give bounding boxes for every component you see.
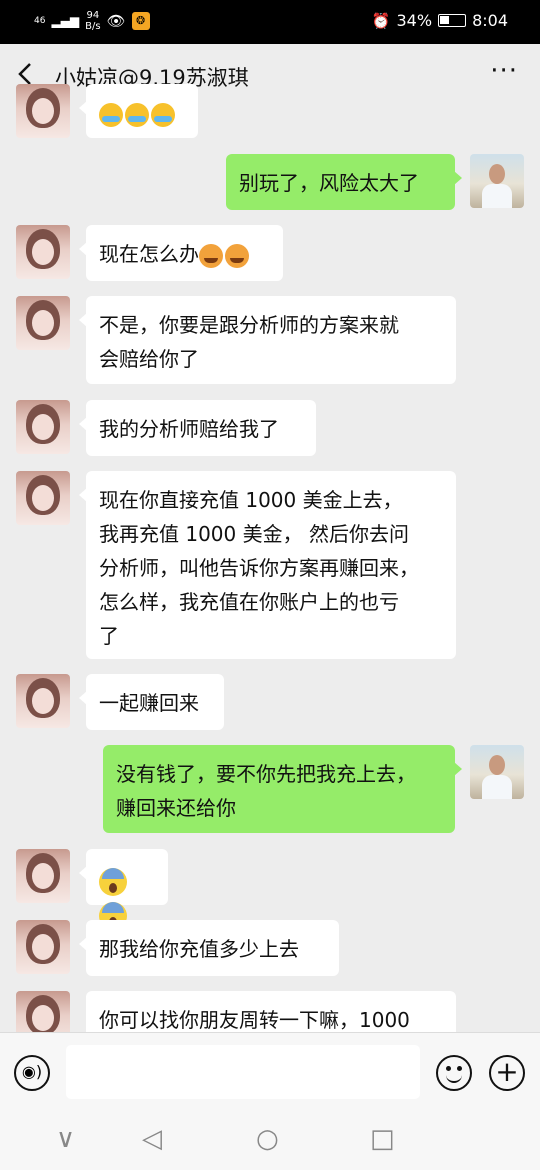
message-line: 没有钱了，要不你先把我充上去， xyxy=(116,762,416,786)
system-nav-bar: ∨ ◁ ○ □ xyxy=(0,1112,540,1170)
input-bar: ◉) + xyxy=(0,1032,540,1112)
message-line: 现在你直接充值 1000 美金上去， xyxy=(99,488,403,512)
signal-icon: ▂▄▆ xyxy=(51,14,80,28)
message-bubble-incoming[interactable] xyxy=(79,849,168,930)
battery-icon xyxy=(438,14,467,27)
alarm-icon: ⏰ xyxy=(371,11,391,30)
my-avatar[interactable] xyxy=(470,154,524,208)
message-text: 那我给你充值多少上去 xyxy=(99,937,299,961)
contact-avatar[interactable] xyxy=(16,849,70,903)
crying-emoji-icon xyxy=(99,102,123,127)
eye-icon: 👁 xyxy=(106,12,126,30)
network-speed: 94 B/s xyxy=(85,10,100,32)
chat-header: 小姑凉@9.19苏淑琪 ··· xyxy=(0,44,540,106)
clock: 8:04 xyxy=(472,11,508,30)
angry-emoji-icon xyxy=(199,243,223,268)
contact-avatar[interactable] xyxy=(16,400,70,454)
contact-avatar[interactable] xyxy=(16,296,70,350)
message-line: 赚回来还给你 xyxy=(116,796,236,820)
message-bubble-incoming[interactable]: 你可以找你朋友周转一下嘛，1000 xyxy=(86,991,456,1033)
message-text: 你可以找你朋友周转一下嘛，1000 xyxy=(99,1008,410,1032)
message-line: 分析师，叫他告诉你方案再赚回来， xyxy=(99,556,419,580)
message-input[interactable] xyxy=(66,1045,420,1099)
message-bubble-incoming[interactable]: 现在你直接充值 1000 美金上去， 我再充值 1000 美金， 然后你去问 分… xyxy=(79,471,456,659)
contact-avatar[interactable] xyxy=(16,920,70,974)
contact-avatar[interactable] xyxy=(16,225,70,279)
more-dots-icon[interactable]: ··· xyxy=(490,56,518,86)
status-bar: 46 ▂▄▆ 94 B/s 👁 ❂ ⏰ 34% 8:04 xyxy=(0,0,540,44)
crying-emoji-icon xyxy=(125,102,149,127)
message-bubble-outgoing[interactable]: 别玩了，风险太大了 xyxy=(226,154,462,210)
message-text: 我的分析师赔给我了 xyxy=(99,417,279,441)
angry-emoji-icon xyxy=(225,243,249,268)
home-circle-icon[interactable]: ○ xyxy=(256,1124,279,1154)
message-bubble-incoming[interactable] xyxy=(79,84,198,138)
chevron-down-icon[interactable]: ∨ xyxy=(56,1124,75,1154)
speed-value: 94 xyxy=(86,10,100,21)
my-avatar[interactable] xyxy=(470,745,524,799)
message-line: 了 xyxy=(99,624,119,648)
recents-square-icon[interactable]: □ xyxy=(370,1124,395,1154)
contact-avatar[interactable] xyxy=(16,471,70,525)
message-bubble-incoming[interactable]: 我的分析师赔给我了 xyxy=(79,400,316,456)
voice-icon[interactable]: ◉) xyxy=(14,1055,50,1091)
message-bubble-incoming[interactable]: 不是，你要是跟分析师的方案来就 会赔给你了 xyxy=(79,296,456,384)
back-triangle-icon[interactable]: ◁ xyxy=(142,1124,162,1154)
battery-percent: 34% xyxy=(396,11,433,30)
message-line: 我再充值 1000 美金， 然后你去问 xyxy=(99,522,409,546)
emoji-icon[interactable] xyxy=(436,1055,472,1091)
contact-avatar[interactable] xyxy=(16,84,70,138)
message-bubble-incoming[interactable]: 现在怎么办 xyxy=(79,225,283,281)
message-text: 一起赚回来 xyxy=(99,691,199,715)
message-text: 现在怎么办 xyxy=(99,242,199,266)
message-text: 别玩了，风险太大了 xyxy=(239,171,419,195)
message-bubble-outgoing[interactable]: 没有钱了，要不你先把我充上去， 赚回来还给你 xyxy=(103,745,462,833)
app-notification-icon: ❂ xyxy=(131,12,150,30)
crying-emoji-icon xyxy=(151,102,175,127)
scream-emoji-icon xyxy=(99,867,127,896)
message-line: 怎么样，我充值在你账户上的也亏 xyxy=(99,590,399,614)
message-line: 会赔给你了 xyxy=(99,347,199,371)
message-bubble-incoming[interactable]: 那我给你充值多少上去 xyxy=(79,920,339,976)
contact-avatar[interactable] xyxy=(16,674,70,728)
message-line: 不是，你要是跟分析师的方案来就 xyxy=(99,313,399,337)
network-indicator: 46 xyxy=(34,16,46,26)
speed-unit: B/s xyxy=(85,21,101,32)
message-bubble-incoming[interactable]: 一起赚回来 xyxy=(79,674,224,730)
plus-icon[interactable]: + xyxy=(489,1055,525,1091)
